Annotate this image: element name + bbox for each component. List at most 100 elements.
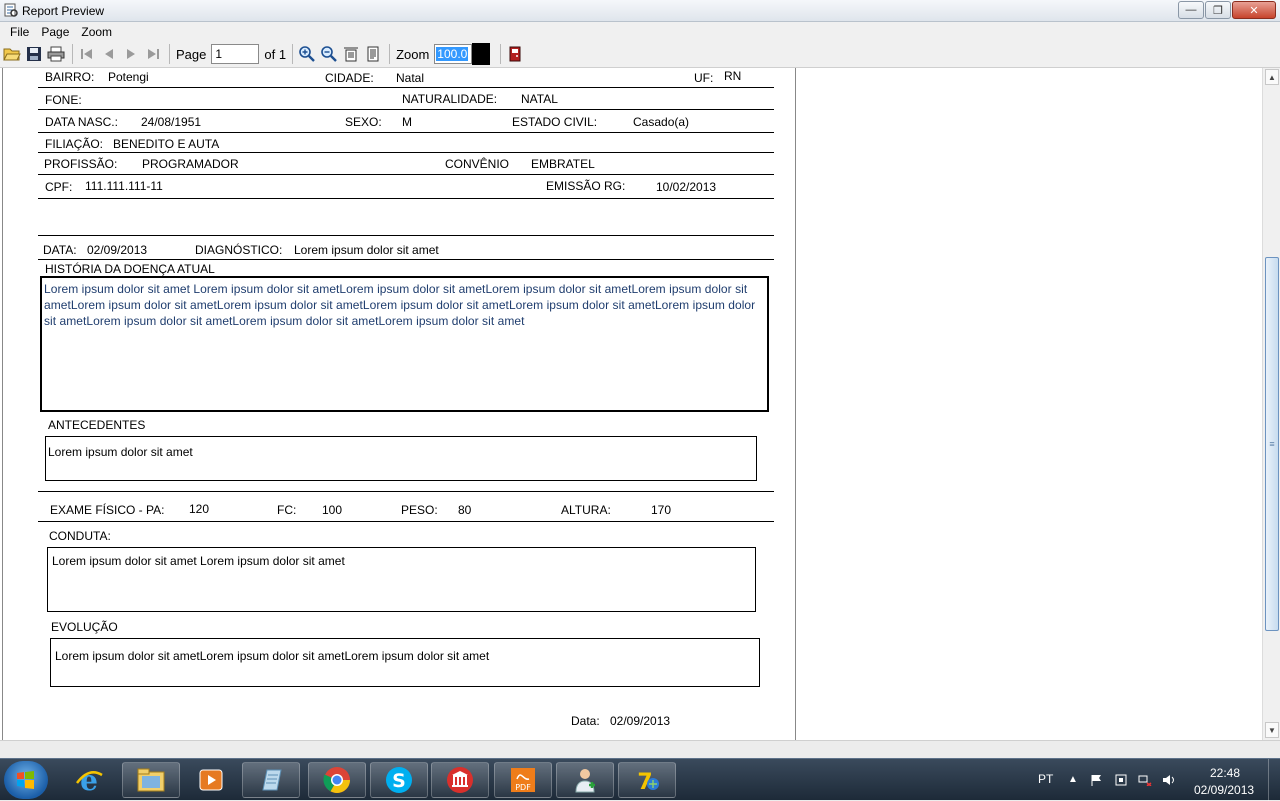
action-center-flag-icon[interactable] xyxy=(1090,774,1104,786)
naturalidade-value: NATAL xyxy=(521,92,558,106)
uf-value: RN xyxy=(724,69,742,83)
taskbar-notepad-app[interactable] xyxy=(242,762,300,798)
status-bar xyxy=(0,740,1280,758)
row-divider xyxy=(38,198,774,199)
whole-page-button[interactable] xyxy=(363,44,383,64)
toolbar-separator xyxy=(500,44,502,64)
show-desktop-button[interactable] xyxy=(1268,759,1280,801)
fone-label: FONE: xyxy=(45,93,82,107)
menu-file[interactable]: File xyxy=(4,25,35,39)
scrollbar-thumb[interactable]: ≡ xyxy=(1265,257,1279,631)
toolbar-separator xyxy=(389,44,391,64)
zoom-in-icon xyxy=(299,46,315,62)
show-hidden-icons[interactable]: ▲ xyxy=(1068,774,1078,785)
filiacao-value: BENEDITO E AUTA xyxy=(113,137,220,151)
pa-value: 120 xyxy=(189,502,210,516)
taskbar-medical-app[interactable] xyxy=(556,762,614,798)
altura-value: 170 xyxy=(651,503,672,517)
taskbar-bank-app[interactable] xyxy=(431,762,489,798)
taskbar-media-player[interactable] xyxy=(182,762,240,798)
taskbar-skype[interactable]: S xyxy=(370,762,428,798)
taskbar-chrome[interactable] xyxy=(308,762,366,798)
fc-label: FC: xyxy=(277,503,297,517)
volume-icon[interactable] xyxy=(1162,774,1176,786)
peso-value: 80 xyxy=(458,503,472,517)
svg-text:PDF: PDF xyxy=(515,783,531,792)
toolbar-separator xyxy=(72,44,73,64)
taskbar-internet-explorer[interactable]: e xyxy=(60,762,118,798)
page-label: Page xyxy=(176,46,207,62)
windows-logo-icon xyxy=(17,771,34,789)
historia-box: Lorem ipsum dolor sit amet Lorem ipsum d… xyxy=(40,276,769,412)
last-page-button[interactable] xyxy=(143,44,163,64)
zoom-out-icon xyxy=(321,46,337,62)
device-icon[interactable] xyxy=(1114,774,1128,786)
zoom-out-button[interactable] xyxy=(319,44,339,64)
historia-label: HISTÓRIA DA DOENÇA ATUAL xyxy=(45,262,215,276)
data-label: DATA: xyxy=(43,243,77,257)
open-button[interactable] xyxy=(2,44,22,64)
vertical-scrollbar[interactable]: ▲ ≡ ▼ xyxy=(1262,68,1280,740)
app-icon xyxy=(4,3,18,17)
toolbar: Page of 1 Zoom 100.0 xyxy=(0,41,1280,68)
document-viewport[interactable]: BAIRRO: Potengi CIDADE: Natal UF: RN FON… xyxy=(0,68,1262,740)
profissao-label: PROFISSÃO: xyxy=(44,157,118,171)
next-page-button[interactable] xyxy=(121,44,141,64)
zoom-input[interactable]: 100.0 xyxy=(434,44,473,64)
page-width-button[interactable] xyxy=(341,44,361,64)
menu-bar: File Page Zoom xyxy=(0,22,1280,41)
notepad-icon xyxy=(262,769,282,791)
conduta-label: CONDUTA: xyxy=(49,529,111,543)
7zip-icon: 7 xyxy=(637,770,659,795)
row-divider xyxy=(38,87,774,88)
footer-data-label: Data: xyxy=(571,714,600,728)
taskbar-file-explorer[interactable] xyxy=(122,762,180,798)
bairro-value: Potengi xyxy=(108,70,149,84)
network-icon[interactable] xyxy=(1138,774,1152,786)
maximize-button[interactable]: ❐ xyxy=(1205,1,1231,19)
menu-page[interactable]: Page xyxy=(35,25,75,39)
exit-button[interactable] xyxy=(505,44,525,64)
sexo-value: M xyxy=(402,115,412,129)
cidade-label: CIDADE: xyxy=(325,71,374,85)
data-nasc-label: DATA NASC.: xyxy=(45,115,118,129)
language-indicator[interactable]: PT xyxy=(1038,772,1053,786)
media-player-icon xyxy=(199,769,223,791)
previous-page-button[interactable] xyxy=(99,44,119,64)
bairro-label: BAIRRO: xyxy=(45,70,95,84)
toolbar-separator xyxy=(169,44,170,64)
close-button[interactable]: ✕ xyxy=(1232,1,1276,19)
zoom-in-button[interactable] xyxy=(297,44,317,64)
start-button[interactable] xyxy=(4,761,48,799)
clock-date[interactable]: 02/09/2013 xyxy=(1194,783,1254,797)
scroll-down-button[interactable]: ▼ xyxy=(1265,722,1279,738)
row-divider xyxy=(38,132,774,133)
next-page-icon xyxy=(127,49,135,59)
first-page-button[interactable] xyxy=(77,44,97,64)
scroll-up-button[interactable]: ▲ xyxy=(1265,69,1279,85)
printer-icon xyxy=(47,46,65,62)
sexo-label: SEXO: xyxy=(345,115,382,129)
data-nasc-value: 24/08/1951 xyxy=(141,115,202,129)
first-page-icon xyxy=(81,49,92,59)
folder-icon xyxy=(137,768,165,792)
taskbar-7zip-app[interactable]: 7 xyxy=(618,762,676,798)
taskbar-pdf-app[interactable]: PDF xyxy=(494,762,552,798)
page-width-icon xyxy=(344,47,359,62)
title-bar: Report Preview — ❐ ✕ xyxy=(0,0,1280,22)
save-button[interactable] xyxy=(24,44,44,64)
exit-door-icon xyxy=(509,46,521,62)
print-button[interactable] xyxy=(46,44,66,64)
last-page-icon xyxy=(148,49,159,59)
clock-time[interactable]: 22:48 xyxy=(1210,766,1240,780)
footer-data-value: 02/09/2013 xyxy=(610,714,671,728)
page-number-input[interactable] xyxy=(211,44,260,64)
cidade-value: Natal xyxy=(396,71,425,85)
window-title: Report Preview xyxy=(22,4,105,18)
minimize-button[interactable]: — xyxy=(1178,1,1204,19)
uf-label: UF: xyxy=(694,71,714,85)
zoom-dropdown-button[interactable] xyxy=(472,43,491,65)
cpf-label: CPF: xyxy=(45,180,73,194)
menu-zoom[interactable]: Zoom xyxy=(75,25,118,39)
row-divider xyxy=(38,152,774,153)
